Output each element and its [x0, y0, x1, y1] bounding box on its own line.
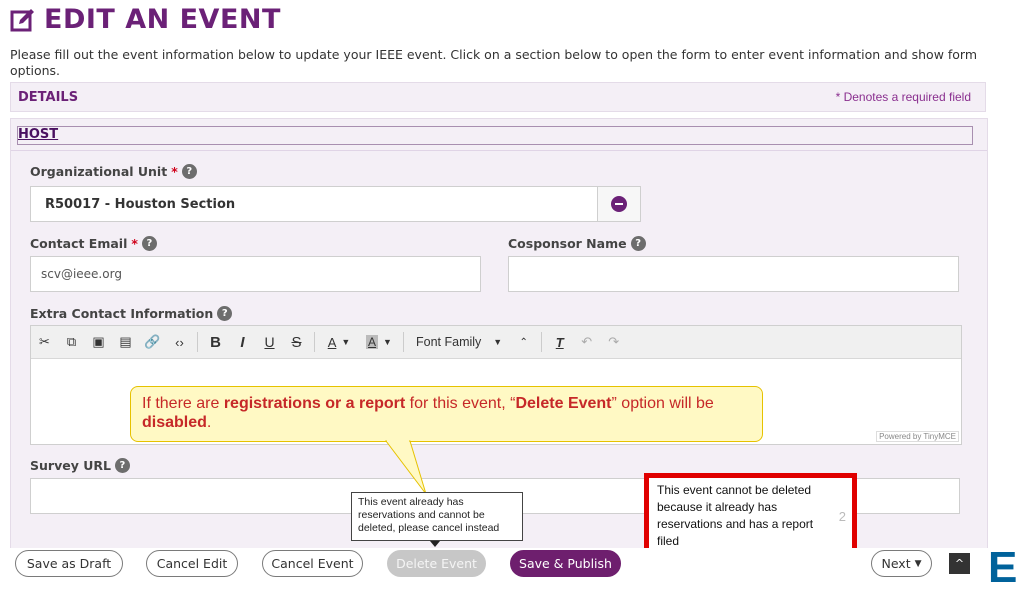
minus-circle-icon [611, 196, 627, 212]
host-label: HOST [18, 127, 59, 142]
survey-url-label: Survey URL ? [30, 458, 130, 473]
powered-by-tinymce: Powered by TinyMCE [876, 431, 959, 442]
code-icon[interactable]: ‹› [166, 326, 193, 358]
remove-org-unit-button[interactable] [597, 187, 640, 221]
clear-formatting-icon[interactable]: T [546, 326, 573, 358]
tooltip-arrow [430, 541, 440, 547]
cut-icon[interactable]: ✂ [31, 326, 58, 358]
copy-icon[interactable]: ⧉ [58, 326, 85, 358]
details-label: DETAILS [18, 89, 79, 105]
annotation-callout: If there are registrations or a report f… [130, 386, 763, 442]
org-unit-value: R50017 - Houston Section [45, 196, 236, 212]
extra-contact-label: Extra Contact Information ? [30, 306, 233, 321]
redo-icon[interactable]: ↷ [600, 326, 627, 358]
help-icon[interactable]: ? [217, 306, 233, 321]
edit-icon [10, 8, 34, 31]
cosponsor-input[interactable] [508, 256, 959, 292]
callout-pointer [384, 440, 427, 495]
paste-icon[interactable]: ▣ [85, 326, 112, 358]
cannot-delete-note: This event cannot be deleted because it … [644, 473, 857, 558]
italic-button[interactable]: I [229, 326, 256, 358]
org-unit-label: Organizational Unit * ? [30, 164, 197, 179]
help-icon[interactable]: ? [141, 236, 157, 251]
font-family-dropdown[interactable]: Font Family ▼ [408, 335, 510, 349]
caret-down-icon: ▼ [914, 558, 922, 569]
contact-email-label: Contact Email * ? [30, 236, 157, 251]
ieee-logo: E [988, 543, 1018, 592]
help-icon[interactable]: ? [181, 164, 197, 179]
page-title-text: EDIT AN EVENT [44, 4, 281, 35]
editor-toolbar: ✂ ⧉ ▣ ▤ 🔗 ‹› B I U S A ▼ A ▼ Font Family ▼… [31, 326, 961, 359]
chevron-down-icon: ▼ [493, 337, 503, 347]
font-color-button[interactable]: A ▼ [319, 326, 359, 358]
delete-event-button[interactable]: Delete Event [387, 550, 486, 577]
contact-email-input[interactable] [30, 256, 481, 292]
cancel-event-button[interactable]: Cancel Event [262, 550, 363, 577]
disabled-tooltip: This event already has reservations and … [351, 492, 523, 541]
underline-button[interactable]: U [256, 326, 283, 358]
required-note: * Denotes a required field [835, 90, 971, 104]
save-draft-button[interactable]: Save as Draft [15, 550, 123, 577]
background-color-button[interactable]: A ▼ [359, 326, 399, 358]
undo-icon[interactable]: ↶ [573, 326, 600, 358]
page-title: EDIT AN EVENT [10, 4, 281, 35]
paste-text-icon[interactable]: ▤ [112, 326, 139, 358]
cosponsor-label: Cosponsor Name ? [508, 236, 646, 251]
dropdown-icon[interactable]: ⌃ [510, 326, 537, 358]
help-icon[interactable]: ? [630, 236, 646, 251]
details-section-header[interactable]: DETAILS * Denotes a required field [10, 82, 986, 112]
help-icon[interactable]: ? [114, 458, 130, 473]
scroll-top-button[interactable]: ^ [949, 553, 970, 574]
page-intro: Please fill out the event information be… [10, 47, 978, 78]
next-button[interactable]: Next ▼ [871, 550, 932, 577]
strikethrough-button[interactable]: S [283, 326, 310, 358]
org-unit-field[interactable]: R50017 - Houston Section [30, 186, 641, 222]
chevron-up-icon: ^ [954, 557, 965, 570]
host-section-header[interactable]: HOST [17, 126, 973, 145]
save-publish-button[interactable]: Save & Publish [510, 550, 621, 577]
bold-button[interactable]: B [202, 326, 229, 358]
link-icon[interactable]: 🔗 [139, 326, 166, 358]
cancel-edit-button[interactable]: Cancel Edit [146, 550, 238, 577]
